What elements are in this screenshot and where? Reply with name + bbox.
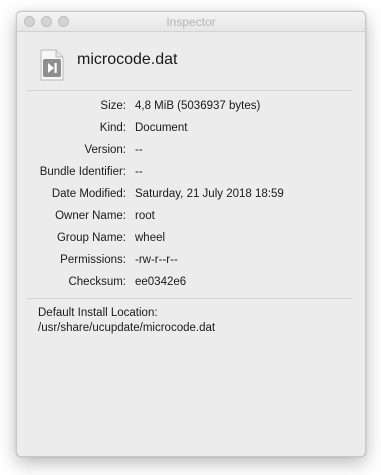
info-row-owner-name: Owner Name: root (17, 207, 365, 229)
divider (27, 298, 353, 299)
permissions-label: Permissions: (60, 254, 126, 266)
version-value: -- (135, 144, 143, 156)
install-location-label: Default Install Location: (38, 307, 158, 319)
size-value: 4,8 MiB (5036937 bytes) (135, 100, 261, 112)
info-row-size: Size: 4,8 MiB (5036937 bytes) (17, 97, 365, 119)
date-modified-value: Saturday, 21 July 2018 18:59 (135, 188, 284, 200)
bundle-identifier-label: Bundle Identifier: (39, 166, 126, 178)
info-row-date-modified: Date Modified: Saturday, 21 July 2018 18… (17, 185, 365, 207)
size-label: Size: (100, 100, 126, 112)
title-bar[interactable]: Inspector (17, 12, 365, 32)
install-location-path: /usr/share/ucupdate/microcode.dat (38, 322, 216, 334)
owner-name-value: root (135, 210, 155, 222)
inspector-window: Inspector microcode.dat Size: 4,8 MiB (5… (16, 11, 366, 457)
version-label: Version: (84, 144, 126, 156)
group-name-label: Group Name: (56, 232, 126, 244)
info-table: Size: 4,8 MiB (5036937 bytes) Kind: Docu… (17, 97, 365, 295)
info-row-bundle-identifier: Bundle Identifier: -- (17, 163, 365, 185)
info-row-permissions: Permissions: -rw-r--r-- (17, 251, 365, 273)
kind-value: Document (135, 122, 188, 134)
date-modified-label: Date Modified: (51, 188, 126, 200)
document-file-icon (39, 49, 65, 81)
file-name: microcode.dat (77, 51, 178, 68)
checksum-label: Checksum: (68, 276, 126, 288)
checksum-value: ee0342e6 (135, 276, 187, 288)
permissions-value: -rw-r--r-- (135, 254, 178, 266)
window-title: Inspector (166, 15, 216, 29)
info-row-version: Version: -- (17, 141, 365, 163)
owner-name-label: Owner Name: (55, 210, 126, 222)
info-row-kind: Kind: Document (17, 119, 365, 141)
info-row-group-name: Group Name: wheel (17, 229, 365, 251)
install-location: Default Install Location: /usr/share/ucu… (38, 306, 215, 336)
group-name-value: wheel (135, 232, 166, 244)
bundle-identifier-value: -- (135, 166, 143, 178)
divider (27, 90, 353, 91)
info-row-checksum: Checksum: ee0342e6 (17, 273, 365, 295)
kind-label: Kind: (99, 122, 126, 134)
